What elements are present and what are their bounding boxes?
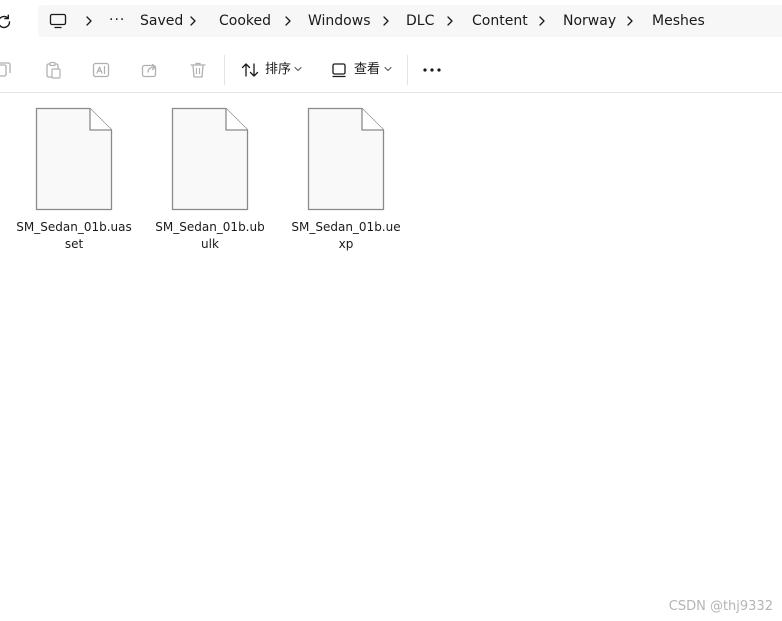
more-options-icon[interactable] bbox=[420, 59, 444, 81]
breadcrumb-overflow[interactable]: ··· bbox=[109, 10, 125, 30]
generic-file-icon bbox=[307, 107, 385, 211]
paste-icon[interactable] bbox=[44, 60, 64, 80]
file-name: SM_Sedan_01b.uasset bbox=[16, 220, 132, 251]
breadcrumb-content[interactable]: Content bbox=[472, 11, 528, 31]
refresh-icon[interactable] bbox=[0, 12, 14, 32]
breadcrumb-norway[interactable]: Norway bbox=[563, 11, 616, 31]
rename-icon[interactable] bbox=[91, 60, 111, 80]
chevron-right-icon[interactable] bbox=[445, 14, 455, 28]
chevron-right-icon[interactable] bbox=[537, 14, 547, 28]
this-pc-icon[interactable] bbox=[49, 13, 67, 29]
chevron-right-icon[interactable] bbox=[381, 14, 391, 28]
sort-icon bbox=[241, 63, 259, 77]
breadcrumb-dlc[interactable]: DLC bbox=[406, 11, 434, 31]
file-item[interactable]: SM_Sedan_01b.uasset bbox=[16, 106, 132, 256]
chevron-down-icon bbox=[384, 66, 392, 72]
address-bar[interactable]: ··· Saved Cooked Windows DLC Content Nor… bbox=[38, 5, 782, 37]
view-button[interactable]: 查看 bbox=[330, 57, 394, 83]
chevron-right-icon[interactable] bbox=[84, 14, 94, 28]
file-name: SM_Sedan_01b.ubulk bbox=[155, 220, 265, 251]
chevron-right-icon[interactable] bbox=[188, 14, 198, 28]
chevron-right-icon[interactable] bbox=[625, 14, 635, 28]
breadcrumb-meshes[interactable]: Meshes bbox=[652, 11, 705, 31]
view-icon bbox=[332, 63, 346, 78]
file-explorer-window: ··· Saved Cooked Windows DLC Content Nor… bbox=[0, 0, 782, 621]
chevron-right-icon[interactable] bbox=[283, 14, 293, 28]
file-list: SM_Sedan_01b.uasset SM_Sedan_01b.ubulk S… bbox=[0, 94, 782, 594]
sort-button-label: 排序 bbox=[265, 62, 292, 77]
breadcrumb-saved[interactable]: Saved bbox=[140, 11, 183, 31]
breadcrumb-windows[interactable]: Windows bbox=[308, 11, 371, 31]
toolbar-divider bbox=[224, 55, 225, 85]
copy-icon[interactable] bbox=[0, 60, 14, 80]
command-bar: 排序 查看 bbox=[0, 45, 782, 93]
toolbar-divider bbox=[407, 55, 408, 85]
chevron-down-icon bbox=[294, 66, 302, 72]
share-icon[interactable] bbox=[140, 60, 160, 80]
file-item[interactable]: SM_Sedan_01b.ubulk bbox=[152, 106, 268, 256]
generic-file-icon bbox=[35, 107, 113, 211]
watermark: CSDN @thj9332 bbox=[668, 599, 773, 614]
file-item[interactable]: SM_Sedan_01b.uexp bbox=[288, 106, 404, 256]
file-name: SM_Sedan_01b.uexp bbox=[291, 220, 401, 251]
view-button-label: 查看 bbox=[354, 62, 381, 77]
address-row: ··· Saved Cooked Windows DLC Content Nor… bbox=[0, 0, 782, 44]
sort-button[interactable]: 排序 bbox=[240, 57, 306, 83]
generic-file-icon bbox=[171, 107, 249, 211]
breadcrumb-cooked[interactable]: Cooked bbox=[219, 11, 271, 31]
delete-icon[interactable] bbox=[188, 60, 208, 80]
